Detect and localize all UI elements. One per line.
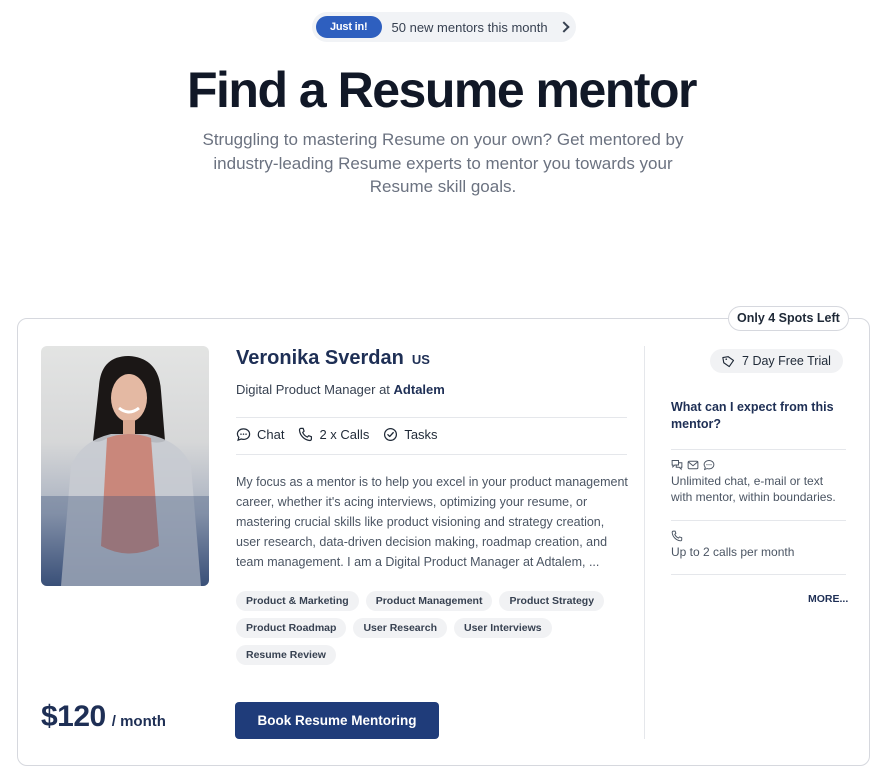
company-name: Adtalem xyxy=(393,382,445,397)
column-divider xyxy=(644,346,645,739)
expect-item-text: Up to 2 calls per month xyxy=(671,545,795,559)
divider xyxy=(671,449,846,450)
mentor-name[interactable]: Veronika Sverdan xyxy=(236,347,404,370)
free-trial-badge: 7 Day Free Trial xyxy=(710,349,843,373)
check-circle-icon xyxy=(384,427,398,442)
divider xyxy=(671,520,846,521)
expect-item-chat: Unlimited chat, e-mail or text with ment… xyxy=(671,459,846,505)
feature-calls: 2 x Calls xyxy=(298,427,369,442)
skill-tag[interactable]: Product Roadmap xyxy=(236,618,347,638)
mentor-role: Digital Product Manager at Adtalem xyxy=(236,382,445,397)
phone-icon xyxy=(671,530,683,542)
tag-icon xyxy=(722,355,735,367)
skill-tag[interactable]: User Research xyxy=(353,618,447,638)
page-subtitle: Struggling to mastering Resume on your o… xyxy=(202,130,684,196)
expect-item-text: Unlimited chat, e-mail or text with ment… xyxy=(671,474,836,504)
mentor-name-row: Veronika Sverdan US xyxy=(236,347,430,370)
price: $120 / month xyxy=(41,700,166,734)
chat-icon xyxy=(236,428,251,442)
feature-label: Tasks xyxy=(404,427,438,442)
skill-tag[interactable]: Product Management xyxy=(365,591,493,611)
divider xyxy=(671,574,846,575)
mentor-photo[interactable] xyxy=(41,346,209,586)
feature-label: Chat xyxy=(257,427,285,442)
just-in-badge: Just in! xyxy=(316,16,382,38)
skill-tag[interactable]: User Interviews xyxy=(453,618,552,638)
announcement-pill[interactable]: Just in! 50 new mentors this month xyxy=(312,12,576,42)
trial-label: 7 Day Free Trial xyxy=(742,354,831,368)
mentor-portrait-image xyxy=(41,356,209,586)
feature-label: 2 x Calls xyxy=(319,427,370,442)
page-title: Find a Resume mentor xyxy=(187,62,698,118)
price-period: / month xyxy=(111,713,166,730)
chat-bubbles-icon xyxy=(671,460,683,471)
announcement-message: 50 new mentors this month xyxy=(391,19,548,35)
divider xyxy=(236,417,627,418)
mentor-features: Chat 2 x Calls Tasks xyxy=(236,427,452,442)
role-title: Digital Product Manager at xyxy=(236,382,394,397)
message-icon xyxy=(703,460,715,471)
skill-tag[interactable]: Product & Marketing xyxy=(236,591,359,611)
skill-tag[interactable]: Product Strategy xyxy=(499,591,605,611)
expect-title: What can I expect from this mentor? xyxy=(671,400,834,431)
mentor-country: US xyxy=(411,352,430,367)
skill-tag[interactable]: Resume Review xyxy=(236,645,336,665)
book-mentoring-button[interactable]: Book Resume Mentoring xyxy=(235,702,439,739)
skill-tags: Product & Marketing Product Management P… xyxy=(236,591,636,672)
chevron-right-icon xyxy=(557,21,570,33)
feature-chat: Chat xyxy=(236,427,284,442)
price-amount: $120 xyxy=(41,700,106,733)
spots-left-badge: Only 4 Spots Left xyxy=(728,306,849,331)
phone-icon xyxy=(299,427,313,442)
expect-item-calls: Up to 2 calls per month xyxy=(671,530,846,560)
mentor-bio: My focus as a mentor is to help you exce… xyxy=(236,475,628,569)
mail-icon xyxy=(687,460,699,470)
more-link[interactable]: MORE... xyxy=(808,593,848,605)
divider xyxy=(236,454,627,455)
feature-tasks: Tasks xyxy=(383,427,438,442)
